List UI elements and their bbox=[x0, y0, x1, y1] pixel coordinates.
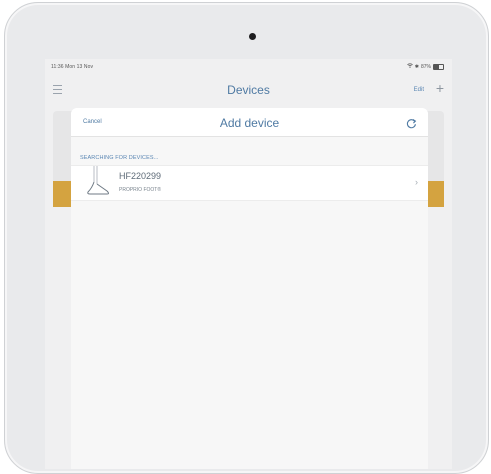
app-screen: 11:36 Mon 13 Nov ✱ 87% Devices Edit + Ca… bbox=[45, 59, 452, 469]
status-bar: 11:36 Mon 13 Nov ✱ 87% bbox=[45, 59, 452, 75]
wifi-icon bbox=[406, 63, 413, 70]
modal-header: Cancel Add device bbox=[71, 108, 428, 137]
battery-icon bbox=[433, 63, 444, 70]
prosthetic-foot-icon bbox=[85, 166, 113, 200]
front-camera bbox=[249, 33, 256, 40]
modal-title: Add device bbox=[219, 116, 280, 130]
nav-bar: Devices Edit + bbox=[45, 75, 452, 103]
background-highlight-right bbox=[426, 181, 444, 207]
bluetooth-icon: ✱ bbox=[414, 63, 419, 70]
add-device-modal: Cancel Add device SEARCHING FOR DEVICES.… bbox=[71, 108, 428, 469]
edit-button[interactable]: Edit bbox=[414, 87, 424, 93]
status-time: 11:36 bbox=[51, 64, 64, 70]
page-title: Devices bbox=[227, 83, 270, 97]
chevron-right-icon: › bbox=[415, 177, 418, 187]
device-type: PROPRIO FOOT® bbox=[119, 187, 162, 193]
add-device-button[interactable]: + bbox=[436, 81, 444, 95]
status-time-date: 11:36 Mon 13 Nov bbox=[51, 64, 93, 70]
searching-label: SEARCHING FOR DEVICES... bbox=[80, 155, 159, 161]
status-indicators: ✱ 87% bbox=[406, 63, 444, 70]
refresh-icon[interactable] bbox=[406, 116, 417, 129]
battery-percent: 87% bbox=[420, 63, 431, 70]
device-name: HF220299 bbox=[119, 171, 162, 181]
status-date: Mon 13 Nov bbox=[65, 64, 94, 70]
background-highlight-left bbox=[53, 181, 71, 207]
device-list-item[interactable]: HF220299 PROPRIO FOOT® › bbox=[71, 165, 428, 201]
